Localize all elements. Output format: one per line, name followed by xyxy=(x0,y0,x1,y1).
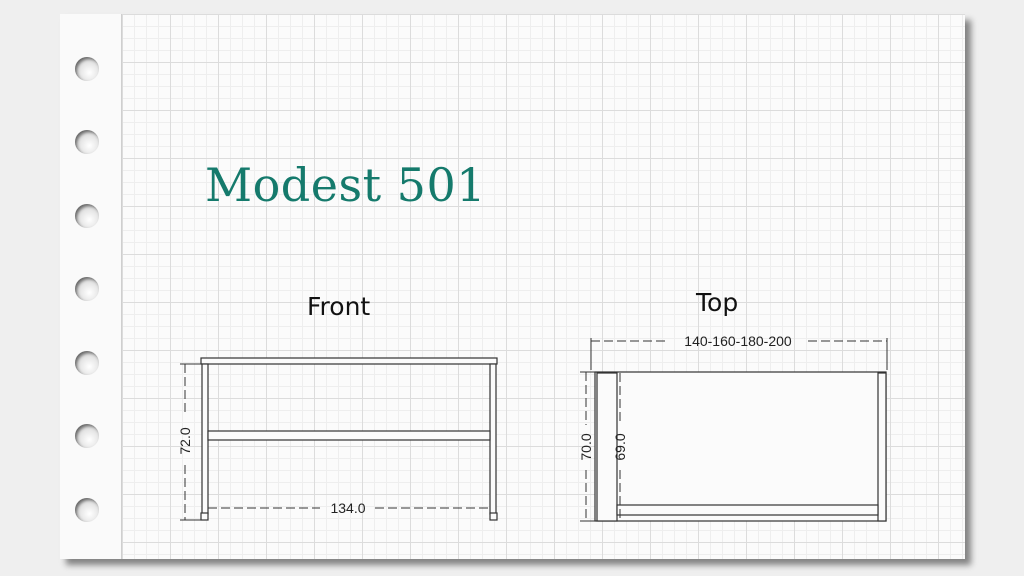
top-outer-depth-label: 70.0 xyxy=(578,433,594,460)
front-height-label: 72.0 xyxy=(177,427,193,454)
front-view-frame xyxy=(200,357,498,521)
front-width-label: 134.0 xyxy=(330,500,365,516)
top-view-frame xyxy=(594,371,887,522)
technical-drawing: 134.0 72.0 140-160-180-200 70.0 69.0 xyxy=(177,333,888,522)
top-inner-depth-label: 69.0 xyxy=(612,433,628,460)
top-width-label: 140-160-180-200 xyxy=(684,333,792,349)
